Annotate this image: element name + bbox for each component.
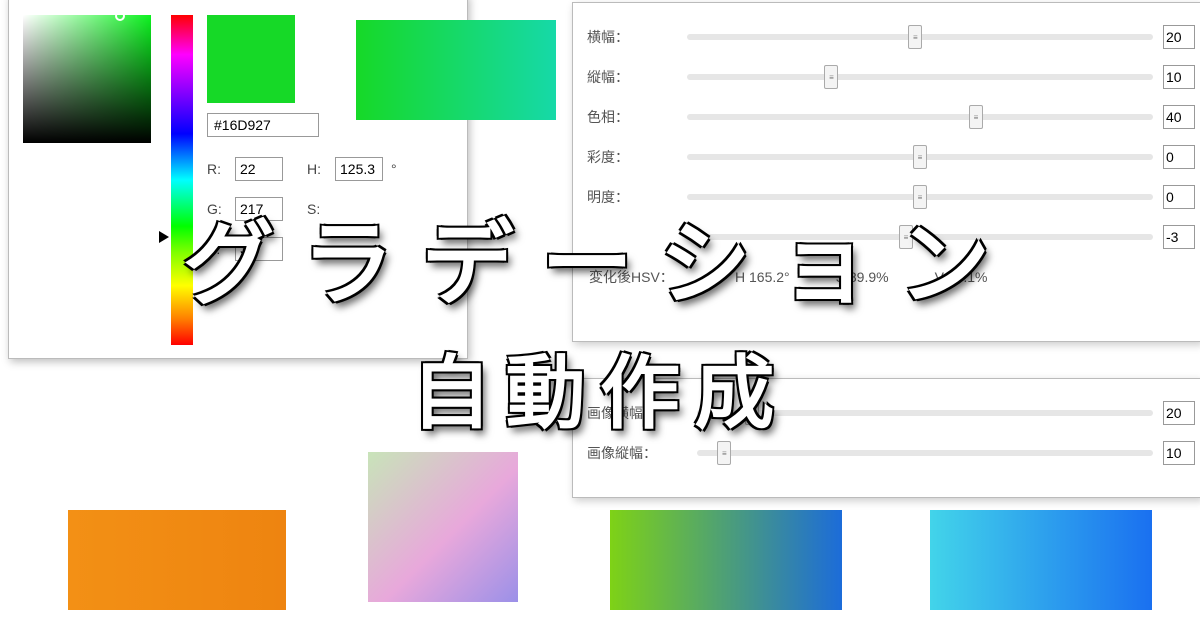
saturation-value[interactable] bbox=[1163, 145, 1195, 169]
hue-shift-slider[interactable] bbox=[687, 114, 1153, 120]
readout-v: V 85.1% bbox=[935, 269, 988, 285]
h-input[interactable] bbox=[335, 157, 383, 181]
height-value[interactable] bbox=[1163, 65, 1195, 89]
img-width-label: 画像横幅： bbox=[587, 403, 687, 423]
h-label: H: bbox=[307, 149, 329, 189]
hue-label: 色相： bbox=[587, 107, 677, 127]
hue-thumb[interactable] bbox=[969, 105, 983, 129]
h-unit: ° bbox=[391, 149, 397, 189]
gradient-params-panel: 横幅： 縦幅： 色相： 彩度： 明度： bbox=[572, 2, 1200, 342]
img-height-slider[interactable] bbox=[697, 450, 1153, 456]
height-slider[interactable] bbox=[687, 74, 1153, 80]
width-label: 横幅： bbox=[587, 27, 677, 47]
saturation-label: 彩度： bbox=[587, 147, 677, 167]
hue-pointer-icon bbox=[159, 231, 169, 243]
rgb-hsv-fields: R: H: ° G: S: B: bbox=[207, 149, 437, 269]
value-value[interactable] bbox=[1163, 185, 1195, 209]
slider-row-height: 縦幅： bbox=[587, 57, 1195, 97]
sv-plane[interactable] bbox=[23, 15, 151, 143]
swatch-orange bbox=[68, 510, 286, 610]
img-height-thumb[interactable] bbox=[717, 441, 731, 465]
slider-row-value: 明度： bbox=[587, 177, 1195, 217]
slider-row-extra bbox=[587, 217, 1195, 257]
slider-row-hue: 色相： bbox=[587, 97, 1195, 137]
hsv-readout: 変化後HSV： H 165.2° S 89.9% V 85.1% bbox=[587, 257, 1195, 297]
saturation-thumb[interactable] bbox=[913, 145, 927, 169]
height-thumb[interactable] bbox=[824, 65, 838, 89]
slider-row-img-width: 画像横幅： bbox=[587, 393, 1195, 433]
r-label: R: bbox=[207, 149, 229, 189]
readout-h: H 165.2° bbox=[735, 269, 790, 285]
width-value[interactable] bbox=[1163, 25, 1195, 49]
hue-value[interactable] bbox=[1163, 105, 1195, 129]
img-height-label: 画像縦幅： bbox=[587, 443, 687, 463]
swatch-green-blue bbox=[610, 510, 842, 610]
img-height-value[interactable] bbox=[1163, 441, 1195, 465]
current-color-swatch bbox=[207, 15, 295, 103]
hue-slider[interactable] bbox=[171, 15, 193, 345]
swatch-pastel bbox=[368, 452, 518, 602]
width-slider[interactable] bbox=[687, 34, 1153, 40]
swatch-cyan-blue bbox=[930, 510, 1152, 610]
value-thumb[interactable] bbox=[913, 185, 927, 209]
gradient-preview-main bbox=[356, 20, 556, 120]
image-size-panel: 画像横幅： 画像縦幅： bbox=[572, 378, 1200, 498]
saturation-slider[interactable] bbox=[687, 154, 1153, 160]
b-input[interactable] bbox=[235, 237, 283, 261]
g-label: G: bbox=[207, 189, 229, 229]
slider-row-saturation: 彩度： bbox=[587, 137, 1195, 177]
s-label: S: bbox=[307, 189, 329, 229]
readout-label: 変化後HSV： bbox=[589, 267, 689, 287]
value-label: 明度： bbox=[587, 187, 677, 207]
extra-thumb[interactable] bbox=[899, 225, 913, 249]
img-width-value[interactable] bbox=[1163, 401, 1195, 425]
readout-s: S 89.9% bbox=[836, 269, 889, 285]
b-label: B: bbox=[207, 229, 229, 269]
extra-value[interactable] bbox=[1163, 225, 1195, 249]
value-slider[interactable] bbox=[687, 194, 1153, 200]
hex-input[interactable] bbox=[207, 113, 319, 137]
slider-row-width: 横幅： bbox=[587, 17, 1195, 57]
height-label: 縦幅： bbox=[587, 67, 677, 87]
r-input[interactable] bbox=[235, 157, 283, 181]
extra-slider[interactable] bbox=[687, 234, 1153, 240]
img-width-slider[interactable] bbox=[697, 410, 1153, 416]
width-thumb[interactable] bbox=[908, 25, 922, 49]
img-width-thumb[interactable] bbox=[745, 401, 759, 425]
g-input[interactable] bbox=[235, 197, 283, 221]
slider-row-img-height: 画像縦幅： bbox=[587, 433, 1195, 473]
